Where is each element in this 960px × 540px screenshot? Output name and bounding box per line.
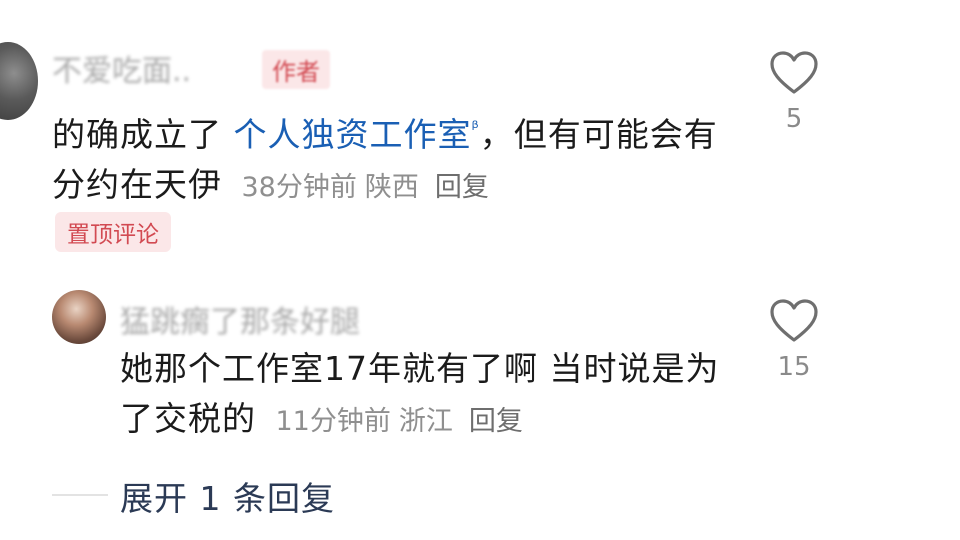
comment-body[interactable]: 的确成立了 个人独资工作室ᵝ，但有可能会有分约在天伊 38分钟前 陕西 回复 [52, 104, 732, 213]
comment-link-text: 个人独资工作室 [233, 115, 472, 154]
expand-replies-button[interactable]: 展开 1 条回复 [120, 472, 335, 520]
comment-meta: 38分钟前 陕西 回复 [234, 172, 489, 203]
comment-time: 38分钟前 [241, 172, 357, 203]
heart-outline-icon [770, 299, 818, 342]
reply-button[interactable]: 回复 [469, 406, 523, 437]
comment-location: 陕西 [364, 172, 419, 203]
comment-text: 的确成立了 [52, 115, 222, 154]
like-count: 5 [785, 104, 803, 134]
comment-page: 不爱吃面.. 作者 的确成立了 个人独资工作室ᵝ，但有可能会有分约在天伊 38分… [0, 0, 960, 540]
author-badge: 作者 [262, 50, 330, 89]
pinned-badge: 置顶评论 [55, 212, 171, 252]
comment-link[interactable]: 个人独资工作室ᵝ [234, 115, 480, 154]
avatar[interactable] [52, 290, 106, 344]
reply-time: 11分钟前 [275, 406, 391, 437]
reply-meta: 11分钟前 浙江 回复 [268, 406, 523, 437]
comment-username[interactable]: 不爱吃面.. [52, 46, 191, 90]
like-count: 15 [777, 352, 811, 382]
reply-username[interactable]: 猛跳瘸了那条好腿 [120, 297, 360, 341]
expand-divider [52, 494, 108, 496]
reply-location: 浙江 [398, 406, 453, 437]
search-icon: ᵝ [471, 118, 480, 139]
heart-outline-icon [770, 51, 818, 94]
like-button[interactable]: 15 [764, 298, 824, 382]
reply-body[interactable]: 她那个工作室17年就有了啊 当时说是为了交税的 11分钟前 浙江 回复 [120, 344, 720, 447]
like-button[interactable]: 5 [764, 50, 824, 134]
avatar[interactable] [0, 42, 38, 120]
reply-button[interactable]: 回复 [435, 172, 489, 203]
